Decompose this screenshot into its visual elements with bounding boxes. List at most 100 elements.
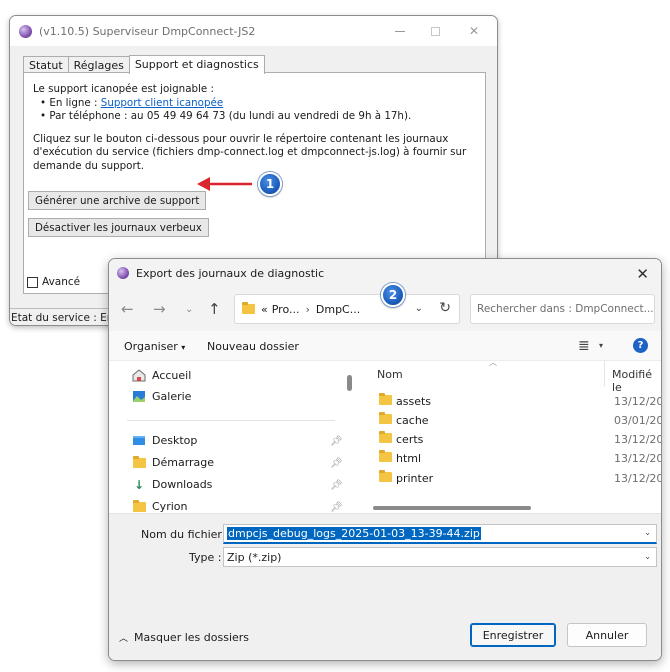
nav-label: Desktop <box>152 434 198 447</box>
pin-icon[interactable]: 📌︎ <box>330 458 343 469</box>
file-type-select[interactable]: Zip (*.zip) ⌄ <box>223 547 657 567</box>
phone-line: • Par téléphone : au 05 49 49 64 73 (du … <box>40 110 412 122</box>
caret-down-icon[interactable]: ▾ <box>599 341 603 350</box>
caret-down-icon: ▾ <box>181 343 186 352</box>
scrollbar-thumb[interactable] <box>347 375 352 391</box>
file-row[interactable]: assets 13/12/2024 <box>361 392 661 411</box>
pin-icon[interactable]: 📌︎ <box>330 502 343 513</box>
tab-statut[interactable]: Statut <box>23 56 69 73</box>
file-date: 13/12/2024 <box>614 472 661 485</box>
support-link[interactable]: Support client icanopée <box>101 97 223 109</box>
close-button[interactable]: ✕ <box>459 16 489 46</box>
step-badge-2: 2 <box>381 283 405 307</box>
nav-item-cyrion[interactable]: Cyrion <box>132 499 188 513</box>
dialog-close-button[interactable]: ✕ <box>636 265 649 283</box>
cancel-button[interactable]: Annuler <box>567 623 647 647</box>
column-header-date[interactable]: Modifié le <box>612 368 661 394</box>
nav-label: Cyrion <box>152 500 188 513</box>
close-icon: ✕ <box>468 24 480 38</box>
disable-verbose-logs-button[interactable]: Désactiver les journaux verbeux <box>28 218 209 237</box>
forward-arrow-icon[interactable]: → <box>153 300 166 318</box>
file-date: 13/12/2024 <box>614 452 661 465</box>
close-icon: ✕ <box>636 265 649 283</box>
chevron-down-icon[interactable]: ⌄ <box>415 303 423 314</box>
nav-divider <box>127 420 335 421</box>
filename-label: Nom du fichier : <box>141 528 230 541</box>
maximize-icon <box>430 26 440 36</box>
horizontal-scrollbar[interactable] <box>373 506 659 511</box>
address-segment-2[interactable]: DmpC... <box>316 303 360 316</box>
desktop-icon <box>132 434 146 447</box>
file-type-value: Zip (*.zip) <box>227 551 282 564</box>
hide-folders-button[interactable]: ︿ Masquer les dossiers <box>119 631 249 644</box>
nav-item-accueil[interactable]: Accueil <box>132 369 191 382</box>
advanced-checkbox[interactable] <box>27 276 38 288</box>
view-list-icon[interactable]: ≣ <box>578 338 590 354</box>
red-arrow-icon <box>197 177 252 191</box>
dialog-toolbar: Organiser ▾ Nouveau dossier ≣ ▾ ? <box>109 331 661 361</box>
file-row[interactable]: cache 03/01/2025 <box>361 411 661 430</box>
up-arrow-icon[interactable]: ↑ <box>208 300 221 318</box>
nav-item-downloads[interactable]: ↓ Downloads <box>132 478 212 492</box>
maximize-button[interactable] <box>420 16 450 46</box>
nav-label: Accueil <box>152 369 192 382</box>
dialog-title: Export des journaux de diagnostic <box>136 266 325 280</box>
refresh-icon[interactable]: ↻ <box>439 300 451 316</box>
chevron-down-icon: ⌄ <box>644 552 651 561</box>
file-row[interactable]: printer 13/12/2024 <box>361 469 661 488</box>
nav-item-galerie[interactable]: Galerie <box>132 390 191 403</box>
recent-locations-chevron-icon[interactable]: ⌄ <box>185 304 193 315</box>
filename-value[interactable]: dmpcjs_debug_logs_2025-01-03_13-39-44.zi… <box>227 527 481 540</box>
navigation-pane: Accueil Galerie Desktop 📌︎ Démarrage 📌︎ … <box>109 361 343 513</box>
nav-item-desktop[interactable]: Desktop <box>132 434 197 447</box>
hide-folders-label: Masquer les dossiers <box>134 631 250 644</box>
folder-icon <box>242 302 255 314</box>
folder-icon <box>132 455 146 469</box>
new-folder-button[interactable]: Nouveau dossier <box>207 340 299 353</box>
home-icon <box>132 369 146 382</box>
back-arrow-icon[interactable]: ← <box>121 300 134 318</box>
column-header-name[interactable]: Nom <box>377 368 403 381</box>
support-description: Cliquez sur le bouton ci-dessous pour ou… <box>33 132 467 172</box>
dialog-titlebar: Export des journaux de diagnostic <box>109 259 661 287</box>
nav-scrollbar[interactable] <box>344 361 355 513</box>
organise-label: Organiser <box>124 340 178 353</box>
save-button[interactable]: Enregistrer <box>470 623 556 647</box>
file-name: certs <box>396 433 424 446</box>
step-badge-1: 1 <box>258 172 282 196</box>
generate-archive-button[interactable]: Générer une archive de support <box>28 191 207 210</box>
minimize-button[interactable] <box>385 16 415 46</box>
file-row[interactable]: certs 13/12/2024 <box>361 430 661 449</box>
pin-icon[interactable]: 📌︎ <box>330 480 343 491</box>
tab-reglages[interactable]: Réglages <box>67 56 130 73</box>
folder-icon <box>379 431 392 443</box>
filename-input[interactable]: dmpcjs_debug_logs_2025-01-03_13-39-44.zi… <box>223 524 657 544</box>
sort-caret-icon: ︿ <box>489 358 497 367</box>
column-divider[interactable] <box>604 361 605 386</box>
folder-icon <box>379 412 392 424</box>
scrollbar-thumb[interactable] <box>373 506 531 510</box>
help-icon[interactable]: ? <box>633 338 648 353</box>
address-bar[interactable]: « Pro... › DmpC... ⌄ ↻ <box>234 294 460 324</box>
pin-icon[interactable]: 📌︎ <box>330 436 343 447</box>
file-row[interactable]: html 13/12/2024 <box>361 449 661 468</box>
tab-support[interactable]: Support et diagnostics <box>128 55 265 74</box>
search-input[interactable]: Rechercher dans : DmpConnect... <box>470 294 655 324</box>
dialog-footer: Nom du fichier : dmpcjs_debug_logs_2025-… <box>109 513 661 660</box>
file-date: 13/12/2024 <box>614 395 661 408</box>
folder-icon <box>379 470 392 482</box>
file-date: 03/01/2025 <box>614 414 661 427</box>
nav-label: Démarrage <box>152 456 215 469</box>
nav-item-demarrage[interactable]: Démarrage <box>132 455 215 469</box>
address-overflow[interactable]: « <box>261 303 268 316</box>
chevron-down-icon[interactable]: ⌄ <box>644 528 651 537</box>
file-name: assets <box>396 395 432 408</box>
file-name: html <box>396 452 422 465</box>
file-name: printer <box>396 472 434 485</box>
minimize-icon <box>395 30 405 32</box>
organise-button[interactable]: Organiser ▾ <box>124 340 185 353</box>
support-intro: Le support icanopée est joignable : <box>33 83 214 95</box>
chevron-up-icon: ︿ <box>119 634 129 644</box>
address-segment-1[interactable]: Pro... <box>272 303 300 316</box>
advanced-option[interactable]: Avancé <box>27 276 80 288</box>
